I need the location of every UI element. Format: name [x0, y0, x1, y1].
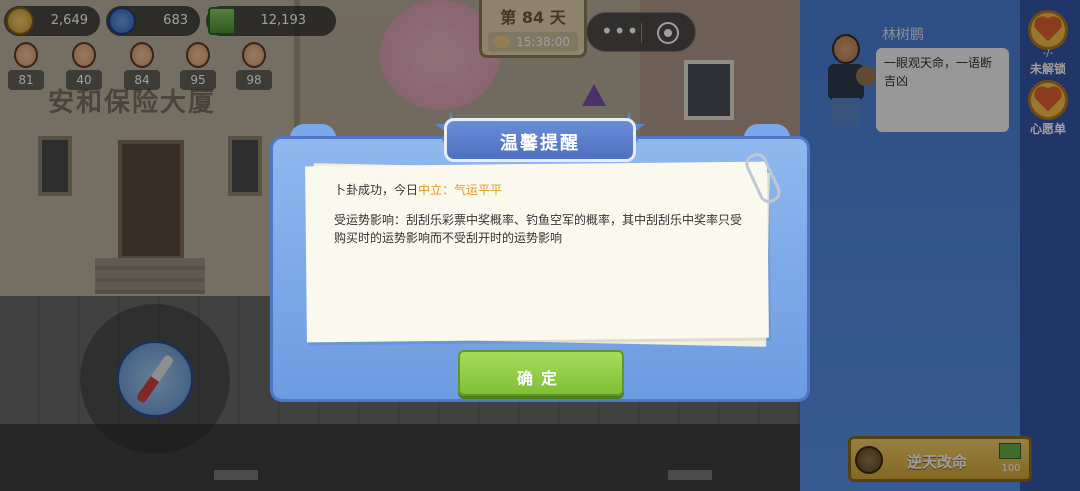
- divination-result: 卜卦成功，今日中立：气运平平: [334, 181, 502, 198]
- result-highlight: 中立：气运平平: [418, 183, 503, 197]
- dialog-title: 温馨提醒: [500, 133, 580, 154]
- confirm-label: 确定: [516, 369, 565, 388]
- confirm-button[interactable]: 确定: [458, 350, 624, 396]
- result-prefix: 卜卦成功，今日: [334, 183, 419, 197]
- fortune-effect-text: 受运势影响：刮刮乐彩票中奖概率、钓鱼空军的概率，其中刮刮乐中奖率只受购买时的运势…: [334, 213, 743, 245]
- dialog-title-banner: 温馨提醒: [444, 118, 636, 162]
